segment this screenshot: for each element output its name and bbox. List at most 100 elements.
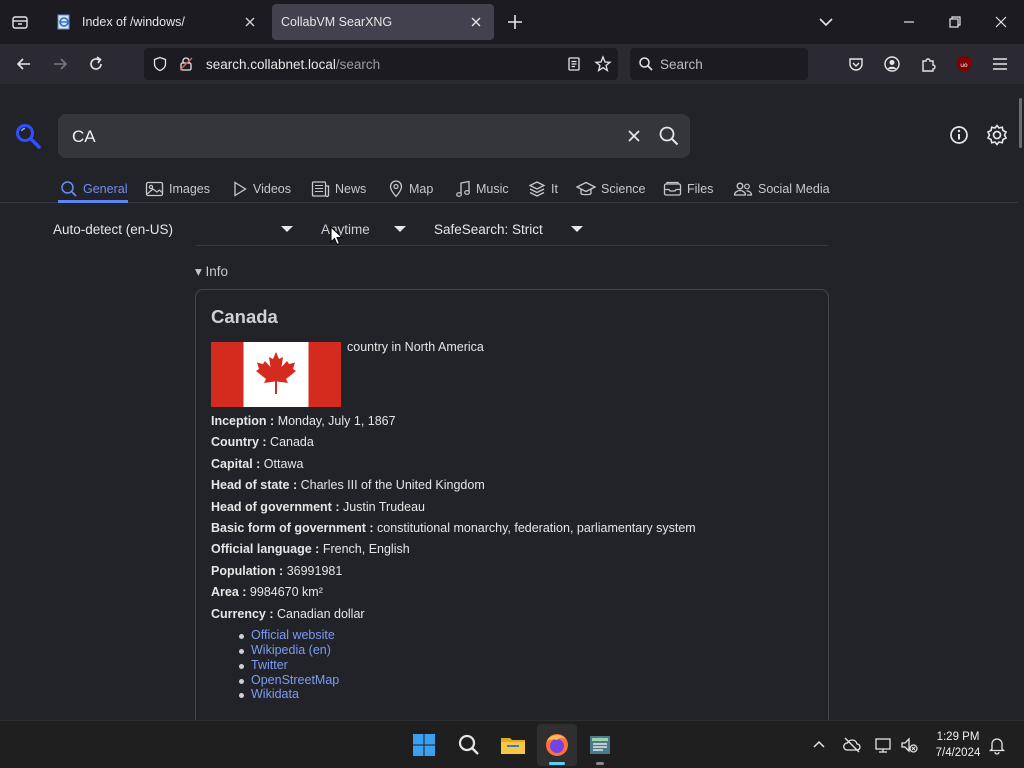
tab-index-windows[interactable]: Index of /windows/ <box>46 4 268 40</box>
caret-down-icon[interactable] <box>570 224 584 234</box>
canada-flag-image <box>211 342 341 407</box>
searxng-logo-icon[interactable] <box>14 122 42 150</box>
link-openstreetmap[interactable]: OpenStreetMap <box>251 673 339 687</box>
list-all-tabs-icon[interactable] <box>10 12 30 32</box>
bookmark-star-icon[interactable] <box>594 55 612 73</box>
account-icon[interactable] <box>882 54 902 74</box>
pocket-icon[interactable] <box>846 54 866 74</box>
newspaper-icon <box>311 180 330 198</box>
searxng-page: CA General Images Videos News Map Music <box>0 84 1024 720</box>
url-bar[interactable]: search.collabnet.local/search <box>144 48 618 80</box>
svg-text:uo: uo <box>960 62 968 69</box>
restore-button[interactable] <box>941 8 969 36</box>
preferences-gear-icon[interactable] <box>985 123 1009 147</box>
category-videos[interactable]: Videos <box>232 178 291 200</box>
clock-date: 7/4/2024 <box>935 747 981 759</box>
about-info-icon[interactable] <box>948 124 970 146</box>
link-wikipedia[interactable]: Wikipedia (en) <box>251 643 331 657</box>
bullet <box>239 664 244 669</box>
tab-strip: Index of /windows/ CollabVM SearXNG <box>0 0 1024 44</box>
category-images[interactable]: Images <box>145 178 210 200</box>
windows-start-icon[interactable] <box>408 729 440 761</box>
windows-taskbar: 1:29 PM 7/4/2024 <box>0 720 1024 768</box>
school-icon <box>576 180 596 198</box>
divider <box>0 202 1018 203</box>
infobox-attribute: Head of government : Justin Trudeau <box>211 500 425 514</box>
search-query-box[interactable]: CA <box>58 114 690 158</box>
search-placeholder: Search <box>660 57 703 72</box>
safesearch-select[interactable]: SafeSearch: Strict <box>434 222 543 237</box>
running-indicator <box>549 762 565 765</box>
running-indicator <box>596 762 604 765</box>
map-pin-icon <box>388 180 404 198</box>
volume-muted-icon[interactable] <box>899 735 919 755</box>
infobox-attribute: Population : 36991981 <box>211 564 343 578</box>
firefox-icon[interactable] <box>541 729 573 761</box>
infobox-attribute: Basic form of government : constitutiona… <box>211 521 696 535</box>
close-tab-icon[interactable] <box>242 14 258 30</box>
hamburger-menu-icon[interactable] <box>990 54 1010 74</box>
close-window-button[interactable] <box>987 8 1015 36</box>
category-it[interactable]: It <box>528 178 558 200</box>
notification-bell-icon[interactable] <box>987 735 1007 755</box>
close-tab-icon[interactable] <box>468 14 484 30</box>
extensions-puzzle-icon[interactable] <box>918 54 938 74</box>
search-icon <box>638 56 654 72</box>
active-category-indicator <box>58 200 128 203</box>
category-files[interactable]: Files <box>663 178 713 200</box>
file-explorer-icon[interactable] <box>497 729 529 761</box>
divider <box>196 245 828 246</box>
infobox-attribute: Area : 9984670 km² <box>211 585 323 599</box>
chevron-up-icon[interactable] <box>810 736 828 754</box>
mouse-cursor-icon <box>330 226 344 246</box>
clear-search-icon[interactable] <box>624 126 644 146</box>
infobox: Canada country in North America Inceptio… <box>195 289 829 720</box>
ie-page-icon <box>56 14 72 30</box>
layers-icon <box>528 180 546 198</box>
scrollbar-thumb[interactable] <box>1019 98 1022 148</box>
category-science[interactable]: Science <box>576 178 645 200</box>
back-arrow-icon[interactable] <box>14 54 34 74</box>
people-icon <box>733 180 753 198</box>
time-range-select[interactable]: Anytime <box>321 222 370 237</box>
app-icon[interactable] <box>584 729 616 761</box>
category-social-media[interactable]: Social Media <box>733 178 830 200</box>
infobox-title: Canada <box>211 306 278 327</box>
shield-icon[interactable] <box>152 56 168 72</box>
link-official-website[interactable]: Official website <box>251 628 335 642</box>
category-music[interactable]: Music <box>455 178 509 200</box>
minimize-button[interactable] <box>895 8 923 36</box>
tab-title: Index of /windows/ <box>82 15 185 29</box>
network-icon[interactable] <box>873 735 893 755</box>
infobox-attribute: Official language : French, English <box>211 542 410 556</box>
caret-down-icon[interactable] <box>393 224 407 234</box>
infobox-attribute: Capital : Ottawa <box>211 457 304 471</box>
search-submit-icon[interactable] <box>658 125 680 147</box>
reload-icon[interactable] <box>86 54 106 74</box>
infobox-attribute: Currency : Canadian dollar <box>211 607 365 621</box>
music-note-icon <box>455 180 471 198</box>
link-wikidata[interactable]: Wikidata <box>251 687 299 701</box>
forward-arrow-icon[interactable] <box>50 54 70 74</box>
language-select[interactable]: Auto-detect (en-US) <box>53 222 173 237</box>
search-input[interactable]: CA <box>72 127 96 147</box>
category-news[interactable]: News <box>311 178 366 200</box>
cloud-offline-icon[interactable] <box>842 735 862 755</box>
new-tab-button[interactable] <box>501 8 529 36</box>
ublock-origin-icon[interactable]: uo <box>954 54 974 74</box>
web-search-bar[interactable]: Search <box>630 48 808 80</box>
reader-view-icon[interactable] <box>566 56 582 72</box>
url-text: search.collabnet.local/search <box>206 57 381 72</box>
chevron-down-icon[interactable] <box>812 8 840 36</box>
insecure-lock-icon[interactable] <box>178 56 194 72</box>
caret-down-icon[interactable] <box>280 224 294 234</box>
link-twitter[interactable]: Twitter <box>251 658 288 672</box>
tab-collabvm-searxng[interactable]: CollabVM SearXNG <box>272 4 494 40</box>
category-general[interactable]: General <box>60 178 127 200</box>
category-map[interactable]: Map <box>388 178 433 200</box>
infobox-description: country in North America <box>347 340 484 354</box>
system-clock[interactable]: 1:29 PM 7/4/2024 <box>918 729 998 761</box>
search-icon[interactable] <box>453 729 485 761</box>
info-toggle[interactable]: ▾ Info <box>195 264 228 280</box>
infobox-attribute: Inception : Monday, July 1, 1867 <box>211 414 396 428</box>
